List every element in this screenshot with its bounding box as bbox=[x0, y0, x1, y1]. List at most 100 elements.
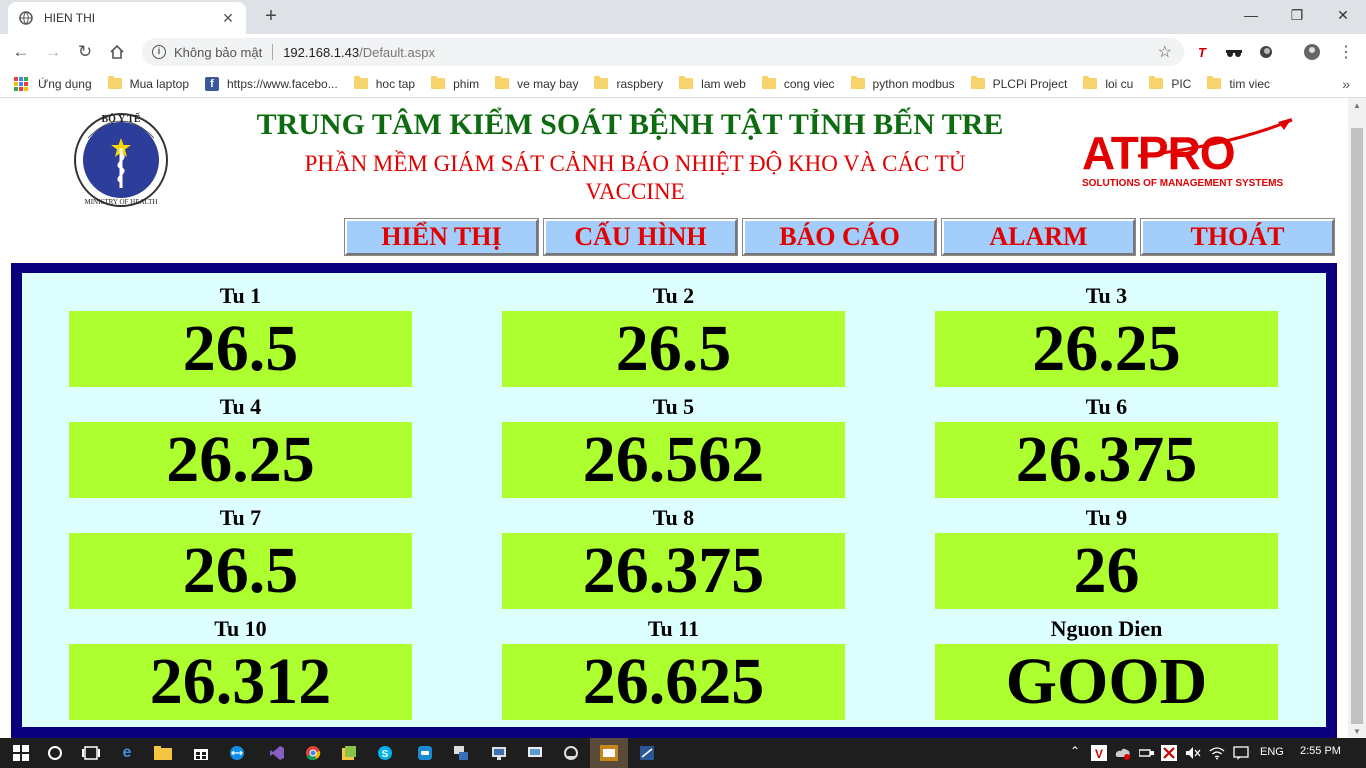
cell-value: 26.562 bbox=[502, 422, 845, 498]
bookmarks-overflow-icon[interactable]: » bbox=[1342, 76, 1350, 92]
nav-cau-hinh-button[interactable]: CẤU HÌNH bbox=[543, 218, 738, 256]
nav-bao-cao-button[interactable]: BÁO CÁO bbox=[742, 218, 937, 256]
cell-label: Tu 4 bbox=[219, 394, 262, 419]
minimize-button[interactable]: — bbox=[1228, 0, 1274, 30]
cell-value: 26.25 bbox=[69, 422, 412, 498]
facebook-icon: f bbox=[205, 76, 219, 91]
page-scrollbar[interactable]: ▲ ▼ bbox=[1348, 98, 1366, 740]
bookmark-star-icon[interactable]: ☆ bbox=[1158, 42, 1172, 62]
nav-hien-thi-button[interactable]: HIỂN THỊ bbox=[344, 218, 539, 256]
scroll-thumb[interactable] bbox=[1351, 128, 1363, 724]
task-view-icon[interactable] bbox=[80, 742, 102, 764]
back-button[interactable]: ← bbox=[8, 39, 34, 65]
scroll-up-arrow-icon[interactable]: ▲ bbox=[1348, 98, 1366, 114]
store-icon[interactable] bbox=[190, 742, 212, 764]
bookmark-label: Mua laptop bbox=[129, 76, 189, 91]
bookmark-item[interactable]: raspbery bbox=[594, 76, 663, 91]
bookmark-item[interactable]: hoc tap bbox=[353, 76, 416, 91]
bookmark-item[interactable]: phim bbox=[431, 76, 480, 91]
bookmark-item[interactable]: lam web bbox=[679, 76, 746, 91]
antivirus-icon[interactable]: V bbox=[1090, 744, 1108, 762]
bookmark-item[interactable]: cong viec bbox=[761, 76, 835, 91]
address-bar[interactable]: i Không bảo mật 192.168.1.43/Default.asp… bbox=[142, 38, 1184, 66]
zalo-icon[interactable] bbox=[414, 742, 436, 764]
remote-desktop-icon[interactable] bbox=[488, 742, 510, 764]
monitor-cell: Tu 4 26.25 bbox=[69, 392, 412, 498]
nav-thoat-button[interactable]: THOÁT bbox=[1140, 218, 1335, 256]
folder-icon bbox=[970, 76, 985, 89]
page-content: BỘ Y TẾ MINISTRY OF HEALTH TRUNG TÂM KIỂ… bbox=[0, 98, 1348, 740]
visual-studio-icon[interactable] bbox=[266, 742, 288, 764]
menu-icon[interactable]: ⋮ bbox=[1336, 42, 1356, 62]
monitor-cell: Tu 8 26.375 bbox=[502, 503, 845, 609]
wifi-icon[interactable] bbox=[1208, 744, 1226, 762]
tab-title: HIEN THI bbox=[44, 11, 96, 25]
folder-icon bbox=[1149, 76, 1164, 89]
forward-button[interactable]: → bbox=[40, 39, 66, 65]
taskbar-clock[interactable]: 2:55 PM bbox=[1300, 745, 1341, 757]
teamviewer-icon[interactable] bbox=[226, 742, 248, 764]
cell-value: 26.312 bbox=[69, 644, 412, 720]
apps-icon bbox=[14, 76, 28, 91]
volume-muted-icon[interactable] bbox=[1184, 744, 1202, 762]
translate-extension-icon[interactable]: T bbox=[1192, 42, 1212, 62]
security-label: Không bảo mật bbox=[174, 44, 263, 60]
bookmark-item[interactable]: PIC bbox=[1149, 76, 1191, 91]
cell-label: Tu 5 bbox=[652, 394, 695, 419]
cloud-sync-icon[interactable] bbox=[1114, 744, 1132, 762]
close-tab-icon[interactable]: ✕ bbox=[220, 10, 236, 27]
profile-avatar[interactable] bbox=[1302, 42, 1322, 62]
incognito-extension-icon[interactable] bbox=[1224, 42, 1244, 62]
circle-extension-icon[interactable] bbox=[1256, 42, 1276, 62]
notification-icon[interactable] bbox=[1232, 744, 1250, 762]
restore-button[interactable]: ❐ bbox=[1274, 0, 1320, 30]
windows-start-icon[interactable] bbox=[10, 742, 32, 764]
monitor-app-icon[interactable] bbox=[524, 742, 546, 764]
nav-alarm-button[interactable]: ALARM bbox=[941, 218, 1136, 256]
bookmark-item[interactable]: loi cu bbox=[1083, 76, 1133, 91]
browser-tab[interactable]: HIEN THI ✕ bbox=[8, 2, 246, 34]
skype-icon[interactable]: S bbox=[374, 742, 396, 764]
bookmark-label: Ứng dụng bbox=[38, 76, 92, 91]
sql-tool-icon[interactable] bbox=[636, 742, 658, 764]
bookmark-item[interactable]: python modbus bbox=[850, 76, 955, 91]
page-subtitle: PHẦN MỀM GIÁM SÁT CẢNH BÁO NHIỆT ĐỘ KHO … bbox=[304, 151, 966, 204]
dashboard-app-icon[interactable] bbox=[598, 742, 620, 764]
bookmark-label: phim bbox=[453, 76, 480, 91]
network-tool-icon[interactable] bbox=[450, 742, 472, 764]
bookmark-item[interactable]: Mua laptop bbox=[107, 76, 189, 91]
tab-strip: HIEN THI ✕ + — ❐ ✕ bbox=[0, 0, 1366, 34]
cell-label: Tu 7 bbox=[219, 505, 262, 530]
bookmark-item[interactable]: f https://www.facebo... bbox=[205, 76, 338, 91]
bookmark-label: hoc tap bbox=[375, 76, 416, 91]
info-icon[interactable]: i bbox=[152, 45, 166, 59]
brand-tagline: SOLUTIONS OF MANAGEMENT SYSTEMS bbox=[1082, 178, 1284, 189]
svg-text:S: S bbox=[382, 749, 389, 760]
close-window-button[interactable]: ✕ bbox=[1320, 0, 1366, 30]
bookmark-item[interactable]: tim viec bbox=[1207, 76, 1270, 91]
file-explorer-icon[interactable] bbox=[152, 742, 174, 764]
monitor-cell: Tu 7 26.5 bbox=[69, 503, 412, 609]
folder-icon bbox=[679, 76, 694, 89]
scada-app-icon[interactable] bbox=[560, 742, 582, 764]
language-indicator[interactable]: ENG bbox=[1260, 746, 1284, 758]
edge-browser-icon[interactable]: e bbox=[116, 742, 138, 764]
folder-icon bbox=[431, 76, 446, 89]
usb-device-icon[interactable] bbox=[1138, 744, 1156, 762]
bookmark-item[interactable]: Ứng dụng bbox=[14, 76, 92, 91]
new-tab-button[interactable]: + bbox=[260, 6, 282, 28]
network-disconnected-icon[interactable] bbox=[1160, 744, 1178, 762]
folder-icon bbox=[594, 76, 609, 89]
folder-icon bbox=[107, 76, 122, 89]
bookmark-item[interactable]: ve may bay bbox=[495, 76, 578, 91]
logo-top-text: BỘ Y TẾ bbox=[101, 112, 140, 125]
bookmark-item[interactable]: PLCPi Project bbox=[970, 76, 1067, 91]
folder-icon bbox=[495, 76, 510, 89]
reload-button[interactable]: ↻ bbox=[72, 39, 98, 65]
sticky-app-icon[interactable] bbox=[338, 742, 360, 764]
home-button[interactable] bbox=[104, 39, 130, 65]
tray-overflow-icon[interactable]: ⌃ bbox=[1070, 744, 1080, 758]
cortana-search-icon[interactable] bbox=[44, 742, 66, 764]
url-host: 192.168.1.43 bbox=[283, 44, 360, 60]
chrome-icon[interactable] bbox=[302, 742, 324, 764]
